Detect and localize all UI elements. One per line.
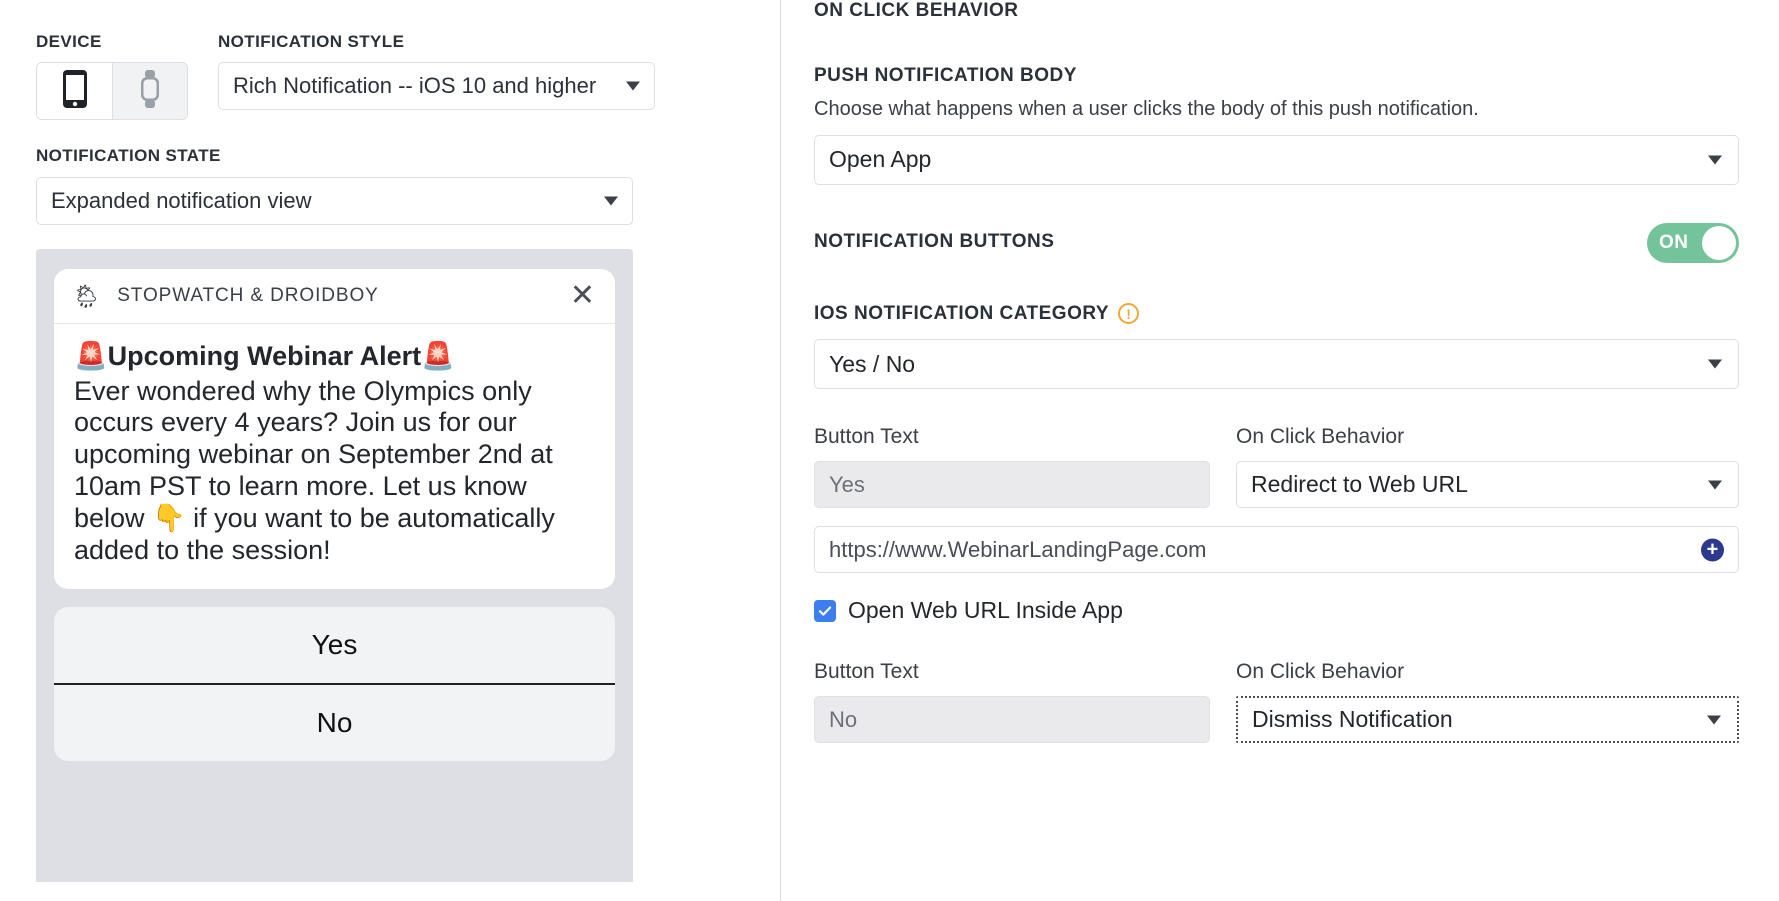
device-label: DEVICE [36, 32, 102, 51]
push-notification-body-label: PUSH NOTIFICATION BODY [814, 64, 1077, 86]
button-text-group-1: Button Text Yes [814, 425, 1210, 509]
notification-state-group: NOTIFICATION STATE Expanded notification… [36, 146, 781, 225]
notification-button-row-1: Button Text Yes On Click Behavior Redire… [814, 425, 1739, 509]
button-text-group-2: Button Text No [814, 660, 1210, 744]
notification-state-select[interactable]: Expanded notification view [36, 176, 633, 225]
chevron-down-icon [1708, 155, 1722, 165]
web-url-value: https://www.WebinarLandingPage.com [829, 536, 1207, 562]
chevron-down-icon [1708, 359, 1722, 369]
notification-card-header: 🌦 STOPWATCH & DROIDBOY ✕ [54, 269, 615, 324]
notification-button-row-2: Button Text No On Click Behavior Dismiss… [814, 660, 1739, 744]
chevron-down-icon [1708, 480, 1722, 490]
open-url-inside-app-label: Open Web URL Inside App [848, 597, 1123, 624]
notification-style-label: NOTIFICATION STYLE [218, 32, 405, 51]
device-toggle[interactable] [36, 62, 188, 121]
notification-style-select[interactable]: Rich Notification -- iOS 10 and higher [218, 62, 655, 111]
button-text-value-2: No [829, 706, 858, 732]
button-text-input-2[interactable]: No [814, 696, 1210, 744]
close-icon[interactable]: ✕ [570, 280, 595, 311]
button-text-value-1: Yes [829, 471, 865, 497]
ios-notification-category-value: Yes / No [829, 350, 916, 377]
notification-title: 🚨Upcoming Webinar Alert🚨 [74, 340, 455, 371]
device-option-watch[interactable] [112, 63, 187, 120]
warning-icon[interactable]: ! [1118, 303, 1140, 325]
notification-preview: 🌦 STOPWATCH & DROIDBOY ✕ 🚨Upcoming Webin… [36, 248, 633, 882]
open-url-inside-app-row[interactable]: Open Web URL Inside App [814, 597, 1739, 624]
notification-body-text: Ever wondered why the Olympics only occu… [74, 375, 555, 565]
notification-buttons-toggle[interactable]: ON [1647, 222, 1739, 263]
button-behavior-select-2[interactable]: Dismiss Notification [1236, 696, 1739, 744]
notification-card: 🌦 STOPWATCH & DROIDBOY ✕ 🚨Upcoming Webin… [54, 268, 615, 589]
app-name: STOPWATCH & DROIDBOY [117, 285, 379, 307]
chevron-down-icon [604, 196, 618, 206]
button-behavior-group-2: On Click Behavior Dismiss Notification [1236, 660, 1739, 744]
button-text-input-1[interactable]: Yes [814, 461, 1210, 509]
notification-state-label: NOTIFICATION STATE [36, 146, 221, 166]
notification-buttons-label: NOTIFICATION BUTTONS [814, 231, 1055, 253]
button-text-label-2: Button Text [814, 660, 919, 684]
on-click-behavior-panel: ON CLICK BEHAVIOR PUSH NOTIFICATION BODY… [781, 0, 1779, 901]
on-click-behavior-heading: ON CLICK BEHAVIOR [814, 0, 1019, 21]
button-behavior-label-1: On Click Behavior [1236, 425, 1405, 449]
notification-style-value: Rich Notification -- iOS 10 and higher [233, 73, 597, 99]
push-notification-body-group: PUSH NOTIFICATION BODY Choose what happe… [814, 65, 1739, 185]
check-icon [818, 606, 832, 616]
notification-action-no[interactable]: No [54, 682, 615, 761]
toggle-knob [1702, 225, 1736, 260]
button-behavior-group-1: On Click Behavior Redirect to Web URL [1236, 425, 1739, 509]
weather-app-icon: 🌦 [72, 282, 102, 309]
toggle-state-text: ON [1659, 231, 1689, 253]
notification-action-buttons: Yes No [54, 606, 615, 761]
notification-card-body: 🚨Upcoming Webinar Alert🚨 Ever wondered w… [54, 324, 615, 589]
chevron-down-icon [626, 81, 640, 91]
button-behavior-value-2: Dismiss Notification [1252, 706, 1453, 733]
open-url-inside-app-checkbox[interactable] [814, 599, 836, 622]
push-notification-body-value: Open App [829, 146, 932, 173]
notification-action-yes[interactable]: Yes [54, 607, 615, 683]
web-url-input[interactable]: https://www.WebinarLandingPage.com + [814, 526, 1739, 574]
button-behavior-select-1[interactable]: Redirect to Web URL [1236, 461, 1739, 509]
phone-icon [62, 69, 88, 114]
device-option-phone[interactable] [37, 63, 112, 120]
button-behavior-label-2: On Click Behavior [1236, 660, 1405, 684]
ios-notification-category-select[interactable]: Yes / No [814, 339, 1739, 390]
device-and-style-row: DEVICE NOTIFICATION STYLE Rich Notificat… [36, 32, 781, 121]
button-text-label-1: Button Text [814, 425, 919, 449]
notification-style-group: NOTIFICATION STYLE Rich Notification -- … [218, 32, 781, 111]
preview-panel: DEVICE NOTIFICATION STYLE Rich Notificat… [0, 0, 781, 901]
ios-category-label-row: IOS NOTIFICATION CATEGORY ! [814, 303, 1739, 326]
push-composer-preview-page: DEVICE NOTIFICATION STYLE Rich Notificat… [0, 0, 1779, 901]
push-notification-body-description: Choose what happens when a user clicks t… [814, 97, 1479, 120]
device-group: DEVICE [36, 32, 188, 121]
chevron-down-icon [1707, 715, 1721, 725]
add-icon[interactable]: + [1701, 538, 1724, 562]
push-notification-body-select[interactable]: Open App [814, 134, 1739, 185]
watch-icon [139, 69, 161, 113]
notification-state-value: Expanded notification view [51, 187, 312, 213]
ios-notification-category-label: IOS NOTIFICATION CATEGORY [814, 302, 1110, 324]
notification-buttons-row: NOTIFICATION BUTTONS ON [814, 222, 1739, 263]
button-behavior-value-1: Redirect to Web URL [1251, 471, 1468, 498]
